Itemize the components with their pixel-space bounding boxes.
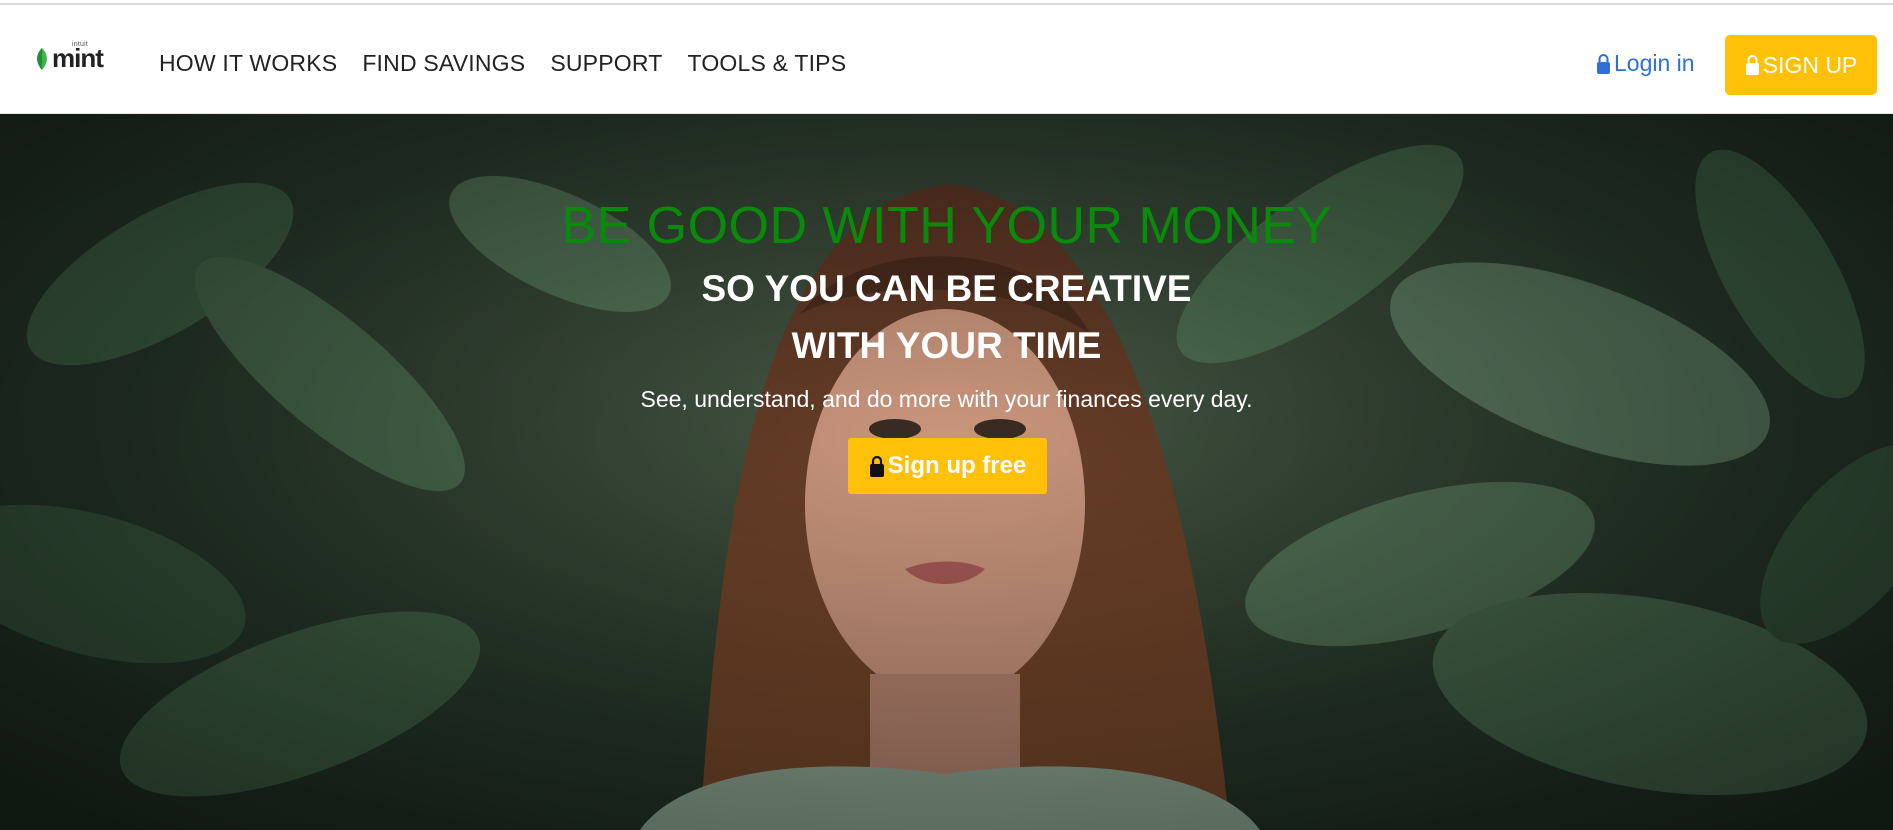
hero-headline: BE GOOD WITH YOUR MONEY [561,197,1332,255]
lock-icon [1745,55,1759,75]
navbar: intuit mint HOW IT WORKS FIND SAVINGS SU… [0,5,1893,114]
lock-icon [869,455,884,477]
login-link[interactable]: Login in [1596,50,1695,77]
nav-link-tools-tips[interactable]: TOOLS & TIPS [687,50,846,77]
logo-text: intuit mint [52,41,104,72]
signup-free-label: Sign up free [887,452,1027,479]
main-nav: HOW IT WORKS FIND SAVINGS SUPPORT TOOLS … [159,50,846,77]
hero-tagline: See, understand, and do more with your f… [640,386,1253,412]
signup-button[interactable]: SIGN UP [1725,35,1877,95]
mint-leaf-icon [37,48,47,70]
signup-label: SIGN UP [1762,51,1858,78]
nav-link-find-savings[interactable]: FIND SAVINGS [362,50,525,77]
login-label: Login in [1614,50,1695,76]
nav-link-support[interactable]: SUPPORT [550,50,662,77]
hero-subheadline-2: WITH YOUR TIME [791,325,1102,366]
lock-icon [1597,53,1610,74]
hero-subheadline-1: SO YOU CAN BE CREATIVE [701,268,1192,309]
hero-section: BE GOOD WITH YOUR MONEY SO YOU CAN BE CR… [0,114,1893,830]
logo-sub: intuit [72,41,88,48]
signup-free-button[interactable]: Sign up free [848,438,1047,494]
logo[interactable]: intuit mint [34,41,104,72]
nav-link-how-it-works[interactable]: HOW IT WORKS [159,50,337,77]
